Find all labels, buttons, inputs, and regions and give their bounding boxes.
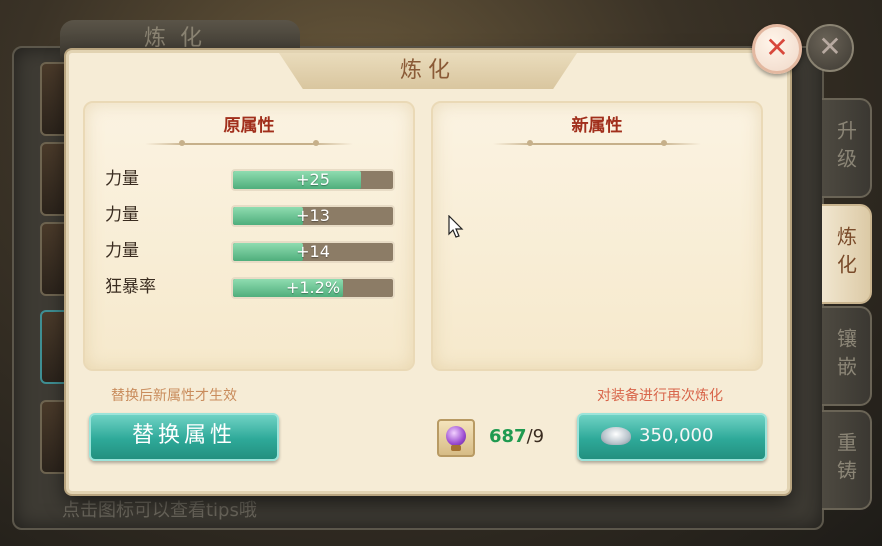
material-have: 687 (489, 426, 527, 447)
dialog-title: 炼化 (279, 53, 577, 89)
stat-value: +14 (296, 242, 330, 261)
stat-row: 力量 +13 (105, 203, 405, 227)
tab-inlay[interactable]: 镶嵌 (822, 306, 872, 406)
stat-value: +13 (296, 206, 330, 225)
material-need: /9 (526, 426, 545, 447)
silver-ingot-icon (601, 427, 631, 445)
refine-hint: 对装备进行再次炼化 (597, 388, 723, 404)
stat-bar: +25 (231, 169, 395, 191)
stat-bar: +1.2% (231, 277, 395, 299)
stat-name: 力量 (105, 241, 139, 261)
new-attributes-title: 新属性 (571, 116, 623, 136)
purple-gem-icon (446, 426, 466, 446)
original-attributes-title: 原属性 (223, 116, 275, 136)
mouse-cursor-icon (448, 215, 464, 238)
stat-row: 力量 +25 (105, 167, 405, 191)
stat-name: 狂暴率 (105, 277, 156, 297)
panel-divider (145, 140, 353, 146)
refine-button[interactable]: 350,000 (577, 413, 767, 461)
material-count: 687/9 (489, 424, 544, 450)
new-attributes-panel: 新属性 (431, 101, 763, 371)
stat-row: 力量 +14 (105, 239, 405, 263)
stat-name: 力量 (105, 205, 139, 225)
stat-bar: +13 (231, 205, 395, 227)
stat-row: 狂暴率 +1.2% (105, 275, 405, 299)
tab-recast[interactable]: 重铸 (822, 410, 872, 510)
refine-dialog: 炼化 原属性 力量 +25 力量 +13 力量 +14 狂暴率 +1.2% 新属… (66, 50, 790, 494)
background-close-icon[interactable]: ✕ (806, 24, 854, 72)
panel-divider (493, 140, 701, 146)
close-icon[interactable]: ✕ (752, 24, 802, 74)
refine-price: 350,000 (639, 425, 714, 446)
stat-name: 力量 (105, 169, 139, 189)
tab-refine[interactable]: 炼化 (822, 204, 872, 304)
replace-attributes-button[interactable]: 替换属性 (89, 413, 279, 461)
replace-hint: 替换后新属性才生效 (111, 388, 237, 404)
stat-value: +1.2% (285, 278, 341, 297)
material-slot[interactable] (437, 419, 475, 457)
background-hint: 点击图标可以查看tips哦 (62, 500, 257, 521)
tab-upgrade[interactable]: 升级 (822, 98, 872, 198)
original-attributes-panel: 原属性 力量 +25 力量 +13 力量 +14 狂暴率 +1.2% (83, 101, 415, 371)
gem-stand (451, 445, 461, 451)
stat-bar: +14 (231, 241, 395, 263)
stat-value: +25 (296, 170, 330, 189)
